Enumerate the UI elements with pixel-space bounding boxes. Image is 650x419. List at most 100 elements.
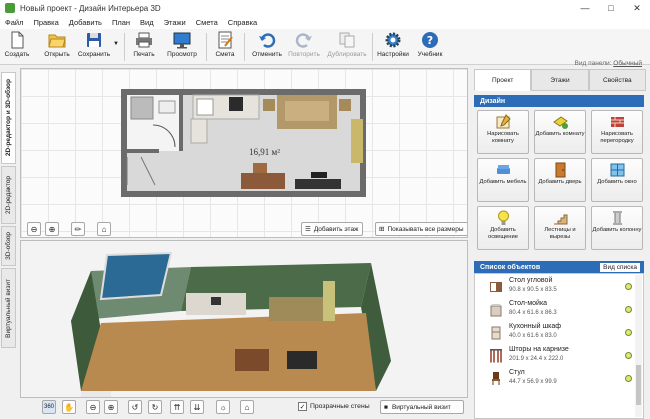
list-item[interactable]: Стол-мойка 80.4 x 61.6 x 86.3: [489, 300, 632, 321]
undo-button[interactable]: Отменить: [250, 31, 284, 63]
lightbulb-icon: ☼: [219, 402, 227, 412]
save-button[interactable]: Сохранить: [76, 31, 112, 63]
rotate-left-button[interactable]: ↺: [128, 400, 142, 414]
draw-room-button[interactable]: Нарисовать комнату: [477, 110, 529, 154]
print-button[interactable]: Печать: [130, 31, 158, 63]
add-lighting-button[interactable]: Добавить освещение: [477, 206, 529, 250]
minimize-button[interactable]: —: [572, 0, 598, 16]
view-mode-tabs: 2D-редактор и 3D-обзор 2D-редактор 3D-об…: [0, 68, 17, 419]
menu-add[interactable]: Добавить: [64, 18, 107, 27]
tilt-up-icon: ⇈: [173, 402, 181, 412]
add-window-button[interactable]: Добавить окно: [591, 158, 643, 202]
window-icon: [610, 163, 624, 177]
zoom-out-icon: ⊖: [89, 402, 97, 412]
tilt-up-button[interactable]: ⇈: [170, 400, 184, 414]
home-button[interactable]: ⌂: [97, 222, 111, 236]
stairs-and-cutouts-button[interactable]: Лестницы и вырезы: [534, 206, 586, 250]
menu-help[interactable]: Справка: [223, 18, 262, 27]
open-button[interactable]: Открыть: [40, 31, 74, 63]
rotate-360-button[interactable]: 360: [42, 400, 56, 414]
maximize-button[interactable]: □: [598, 0, 624, 16]
redo-icon: [295, 33, 312, 48]
curtains-icon: [490, 349, 502, 363]
tab-2d-editor[interactable]: 2D-редактор: [1, 166, 16, 224]
draw-partition-button[interactable]: Нарисовать перегородку: [591, 110, 643, 154]
furniture-icon: [496, 165, 510, 174]
list-item[interactable]: Кухонный шкаф 40.0 x 61.6 x 83.0: [489, 323, 632, 344]
rotate-right-button[interactable]: ↻: [148, 400, 162, 414]
estimate-button[interactable]: Смета: [212, 31, 238, 63]
list-item[interactable]: Стул 44.7 x 56.9 x 99.9: [489, 369, 632, 390]
menu-file[interactable]: Файл: [0, 18, 28, 27]
room-area-label: 16,91 м²: [249, 147, 280, 157]
menu-view[interactable]: Вид: [135, 18, 159, 27]
visibility-eye-icon[interactable]: [625, 306, 632, 313]
view-3d[interactable]: [20, 240, 468, 398]
menu-estimate[interactable]: Смета: [191, 18, 223, 27]
tilt-down-button[interactable]: ⇊: [190, 400, 204, 414]
preview-button[interactable]: Просмотр: [164, 31, 200, 63]
svg-text:?: ?: [427, 34, 433, 47]
visibility-eye-icon[interactable]: [625, 375, 632, 382]
zoom-out-3d-button[interactable]: ⊖: [86, 400, 100, 414]
tab-project[interactable]: Проект: [474, 69, 532, 91]
chair-icon: [492, 372, 500, 385]
tab-floors[interactable]: Этажи: [531, 69, 589, 91]
objects-section-header: Список объектов Вид списка: [474, 261, 644, 273]
transparent-walls-toggle[interactable]: ✓ Прозрачные стены: [298, 402, 370, 411]
home-3d-button[interactable]: ⌂: [240, 400, 254, 414]
room-3d-render: [71, 251, 391, 397]
rotate-360-icon: 360: [43, 404, 54, 410]
add-furniture-button[interactable]: Добавить мебель: [477, 158, 529, 202]
tilt-down-icon: ⇊: [193, 402, 201, 412]
list-item[interactable]: Стол угловой 90.8 x 90.5 x 83.5: [489, 277, 632, 298]
list-view-button[interactable]: Вид списка: [600, 262, 640, 272]
visibility-eye-icon[interactable]: [625, 329, 632, 336]
visibility-eye-icon[interactable]: [625, 283, 632, 290]
toolbar-separator: [124, 33, 125, 61]
redo-button[interactable]: Повторить: [286, 31, 322, 63]
add-door-button[interactable]: Добавить дверь: [534, 158, 586, 202]
scrollbar-thumb[interactable]: [636, 365, 641, 405]
zoom-in-3d-button[interactable]: ⊕: [104, 400, 118, 414]
tab-2d-and-3d[interactable]: 2D-редактор и 3D-обзор: [1, 72, 16, 164]
home-icon: ⌂: [244, 402, 250, 412]
panel-view-value[interactable]: Обычный: [613, 60, 642, 67]
menu-plan[interactable]: План: [107, 18, 135, 27]
tutorial-button[interactable]: ? Учебник: [414, 31, 446, 63]
hand-icon: ✋: [64, 402, 74, 412]
zoom-in-button[interactable]: ⊕: [45, 222, 59, 236]
floor-plan-2d[interactable]: 16,91 м² ⊖ ⊕ ✏ ⌂ ☰ Добавить этаж ⊞ Показ…: [20, 68, 468, 238]
add-floor-button[interactable]: ☰ Добавить этаж: [301, 222, 364, 236]
menu-floors[interactable]: Этажи: [159, 18, 191, 27]
lighting-button[interactable]: ☼: [216, 400, 230, 414]
tab-properties[interactable]: Свойства: [588, 69, 646, 91]
gear-icon: [385, 32, 401, 48]
virtual-visit-button[interactable]: ■ Виртуальный визит: [380, 400, 464, 414]
add-column-button[interactable]: Добавить колонну: [591, 206, 643, 250]
partition-icon: [610, 117, 624, 127]
monitor-icon: [173, 32, 191, 49]
create-button[interactable]: Создать: [4, 31, 30, 63]
save-dropdown-arrow-icon[interactable]: ▼: [113, 41, 119, 47]
objects-scrollbar[interactable]: [635, 275, 642, 417]
sink-cabinet-icon: [490, 304, 502, 317]
settings-button[interactable]: Настройки: [376, 31, 410, 63]
ruler-button[interactable]: ✏: [71, 222, 85, 236]
panel-view-selector[interactable]: Вид панели: Обычный: [575, 60, 642, 67]
menu-edit[interactable]: Правка: [28, 18, 63, 27]
zoom-out-button[interactable]: ⊖: [27, 222, 41, 236]
rotate-left-icon: ↺: [131, 402, 139, 412]
pan-button[interactable]: ✋: [62, 400, 76, 414]
show-all-sizes-button[interactable]: ⊞ Показывать все размеры: [375, 222, 467, 236]
add-room-icon: [552, 116, 568, 129]
menu-bar: Файл Правка Добавить План Вид Этажи Смет…: [0, 16, 650, 29]
tab-virtual-visit[interactable]: Виртуальный визит: [1, 268, 16, 348]
list-item[interactable]: Шторы на карнизе 201.9 x 24.4 x 222.0: [489, 346, 632, 367]
add-room-button[interactable]: Добавить комнату: [534, 110, 586, 154]
column-icon: [612, 211, 622, 225]
tab-3d-view[interactable]: 3D-обзор: [1, 226, 16, 266]
duplicate-button[interactable]: Дублировать: [326, 31, 368, 63]
close-button[interactable]: ✕: [624, 0, 650, 16]
visibility-eye-icon[interactable]: [625, 352, 632, 359]
